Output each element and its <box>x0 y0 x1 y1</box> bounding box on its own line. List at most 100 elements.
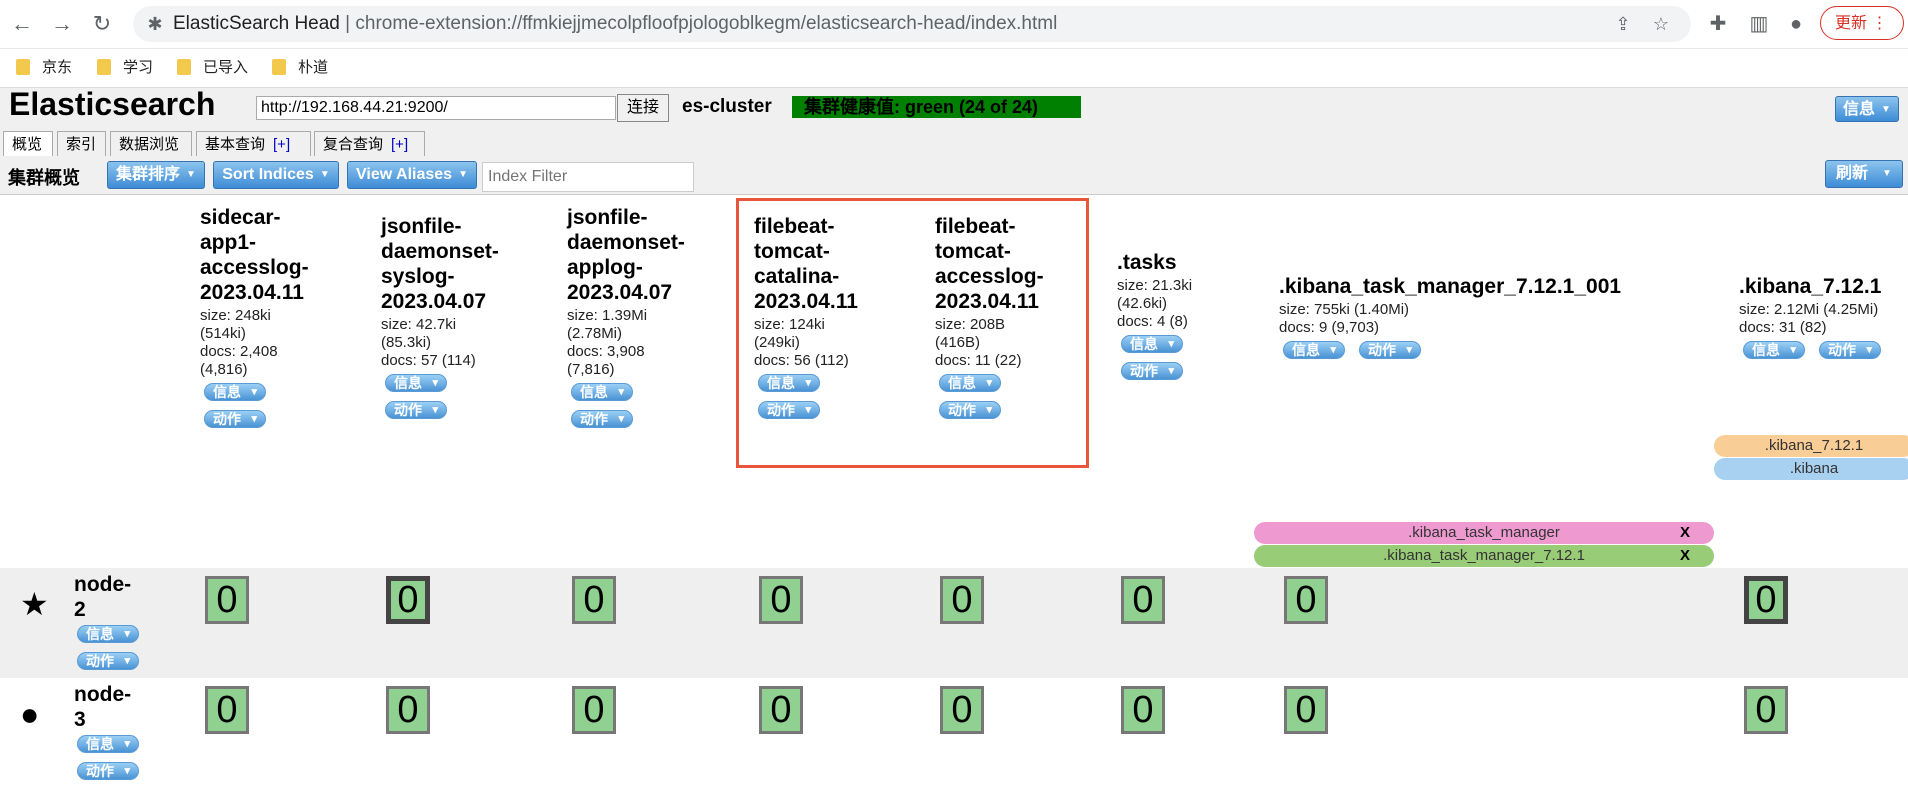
tab-overview[interactable]: 概览 <box>3 131 53 157</box>
index-info-button[interactable]: 信息 <box>758 374 820 392</box>
index-action-button[interactable]: 动作 <box>939 401 1001 419</box>
shard-box[interactable]: 0 <box>205 576 249 624</box>
refresh-button[interactable]: 刷新 ▼ <box>1825 160 1903 188</box>
index-info-button[interactable]: 信息 <box>204 383 266 401</box>
node-name-line: node- <box>74 683 132 706</box>
shard-box[interactable]: 0 <box>759 686 803 734</box>
index-stats: size: 248ki (514ki) docs: 2,408 (4,816) <box>200 307 278 379</box>
shard-box[interactable]: 0 <box>1744 576 1788 624</box>
shard-box[interactable]: 0 <box>205 686 249 734</box>
sort-indices-button[interactable]: Sort Indices ▼ <box>213 161 339 189</box>
index-stat-line: (7,816) <box>567 361 615 378</box>
index-filter-input[interactable] <box>482 162 694 192</box>
index-name: jsonfile-daemonset-syslog- 2023.04.07 <box>381 214 499 314</box>
node-name-line: 2 <box>74 598 86 621</box>
index-action-button[interactable]: 动作 <box>1359 341 1421 359</box>
bookmark-folder[interactable]: 京东 <box>16 49 72 87</box>
index-action-button[interactable]: 动作 <box>1819 341 1881 359</box>
extensions-puzzle-icon[interactable]: ✚ <box>1704 10 1732 38</box>
star-icon: ★ <box>20 586 49 622</box>
shard-box[interactable]: 0 <box>1284 686 1328 734</box>
index-stat-line: docs: 9 (9,703) <box>1279 319 1380 336</box>
alias-badge[interactable]: .kibana <box>1714 458 1908 480</box>
index-action-button[interactable]: 动作 <box>571 410 633 428</box>
index-info-button[interactable]: 信息 <box>939 374 1001 392</box>
shard-box[interactable]: 0 <box>940 686 984 734</box>
shard-box[interactable]: 0 <box>940 576 984 624</box>
index-stat-line: size: 208B <box>935 316 1006 333</box>
node-action-button[interactable]: 动作 <box>77 762 139 780</box>
index-stat-line: docs: 3,908 <box>567 343 645 360</box>
index-info-button[interactable]: 信息 <box>571 383 633 401</box>
alias-badge[interactable]: .kibana_task_manager_7.12.1 X <box>1254 545 1714 567</box>
index-action-button[interactable]: 动作 <box>1121 362 1183 380</box>
add-query-tab[interactable]: [+] <box>273 136 290 153</box>
index-name-line: 2023.04.11 <box>754 290 858 313</box>
node-name-line: node- <box>74 573 132 596</box>
cluster-sort-button[interactable]: 集群排序 ▼ <box>107 161 205 189</box>
profile-avatar-icon[interactable]: ● <box>1782 10 1810 38</box>
index-name-line: jsonfile- <box>567 206 648 229</box>
index-stat-line: (249ki) <box>754 334 800 351</box>
index-name: jsonfile-daemonset-applog- 2023.04.07 <box>567 205 685 305</box>
side-panel-icon[interactable]: ▥ <box>1745 10 1773 38</box>
shard-box[interactable]: 0 <box>386 576 430 624</box>
view-aliases-button[interactable]: View Aliases ▼ <box>347 161 477 189</box>
index-info-button[interactable]: 信息 <box>385 374 447 392</box>
bookmark-folder[interactable]: 已导入 <box>177 49 248 87</box>
node-info-button[interactable]: 信息 <box>77 735 139 753</box>
share-icon[interactable]: ⇪ <box>1611 12 1635 36</box>
reload-icon[interactable]: ↻ <box>86 8 118 40</box>
shard-box[interactable]: 0 <box>386 686 430 734</box>
index-stat-line: size: 124ki <box>754 316 825 333</box>
address-bar[interactable]: ✱ ElasticSearch Head | chrome-extension:… <box>133 6 1691 42</box>
remove-alias-icon[interactable]: X <box>1680 522 1690 544</box>
index-action-button[interactable]: 动作 <box>758 401 820 419</box>
shard-box[interactable]: 0 <box>1744 686 1788 734</box>
folder-icon <box>97 59 111 75</box>
shard-box[interactable]: 0 <box>759 576 803 624</box>
node-info-button[interactable]: 信息 <box>77 625 139 643</box>
index-name-line: filebeat- <box>754 215 835 238</box>
index-stat-line: (514ki) <box>200 325 246 342</box>
connect-button[interactable]: 连接 <box>617 94 669 122</box>
shard-box[interactable]: 0 <box>1284 576 1328 624</box>
index-name-line: 2023.04.07 <box>567 281 673 304</box>
tab-browser[interactable]: 数据浏览 <box>110 131 192 156</box>
index-stats: size: 42.7ki (85.3ki) docs: 57 (114) <box>381 316 476 370</box>
tab-basic-query[interactable]: 基本查询 [+] <box>196 131 311 156</box>
index-stat-line: docs: 56 (112) <box>754 352 849 369</box>
info-menu-button[interactable]: 信息 ▼ <box>1835 96 1899 122</box>
index-info-button[interactable]: 信息 <box>1283 341 1345 359</box>
index-name-line: tomcat- <box>754 240 830 263</box>
node-action-button[interactable]: 动作 <box>77 652 139 670</box>
index-action-button[interactable]: 动作 <box>204 410 266 428</box>
overview-title: 集群概览 <box>8 168 80 188</box>
shard-box[interactable]: 0 <box>572 686 616 734</box>
shard-box[interactable]: 0 <box>572 576 616 624</box>
index-stat-line: (42.6ki) <box>1117 295 1168 312</box>
update-button[interactable]: 更新 ⋮ <box>1820 6 1904 40</box>
alias-badge[interactable]: .kibana_task_manager X <box>1254 522 1714 544</box>
index-name: filebeat-tomcat-accesslog- 2023.04.11 <box>935 214 1044 314</box>
back-icon[interactable]: ← <box>6 8 38 40</box>
cluster-url-input[interactable] <box>256 96 616 120</box>
bookmark-folder[interactable]: 朴道 <box>272 49 328 87</box>
index-info-button[interactable]: 信息 <box>1121 335 1183 353</box>
add-query-tab[interactable]: [+] <box>391 136 408 153</box>
index-action-button[interactable]: 动作 <box>385 401 447 419</box>
bookmark-folder[interactable]: 学习 <box>97 49 153 87</box>
tab-indices[interactable]: 索引 <box>57 131 106 156</box>
bookmark-star-icon[interactable]: ☆ <box>1649 12 1673 36</box>
shard-box[interactable]: 0 <box>1121 686 1165 734</box>
tab-complex-query[interactable]: 复合查询 [+] <box>314 131 425 156</box>
index-name-line: syslog- <box>381 265 455 288</box>
alias-badge[interactable]: .kibana_7.12.1 <box>1714 435 1908 457</box>
index-name-line: sidecar- <box>200 206 281 229</box>
index-name-line: 2023.04.11 <box>935 290 1039 313</box>
index-stats: size: 1.39Mi (2.78Mi) docs: 3,908 (7,816) <box>567 307 647 379</box>
index-info-button[interactable]: 信息 <box>1743 341 1805 359</box>
shard-box[interactable]: 0 <box>1121 576 1165 624</box>
forward-icon[interactable]: → <box>46 8 78 40</box>
remove-alias-icon[interactable]: X <box>1680 545 1690 567</box>
